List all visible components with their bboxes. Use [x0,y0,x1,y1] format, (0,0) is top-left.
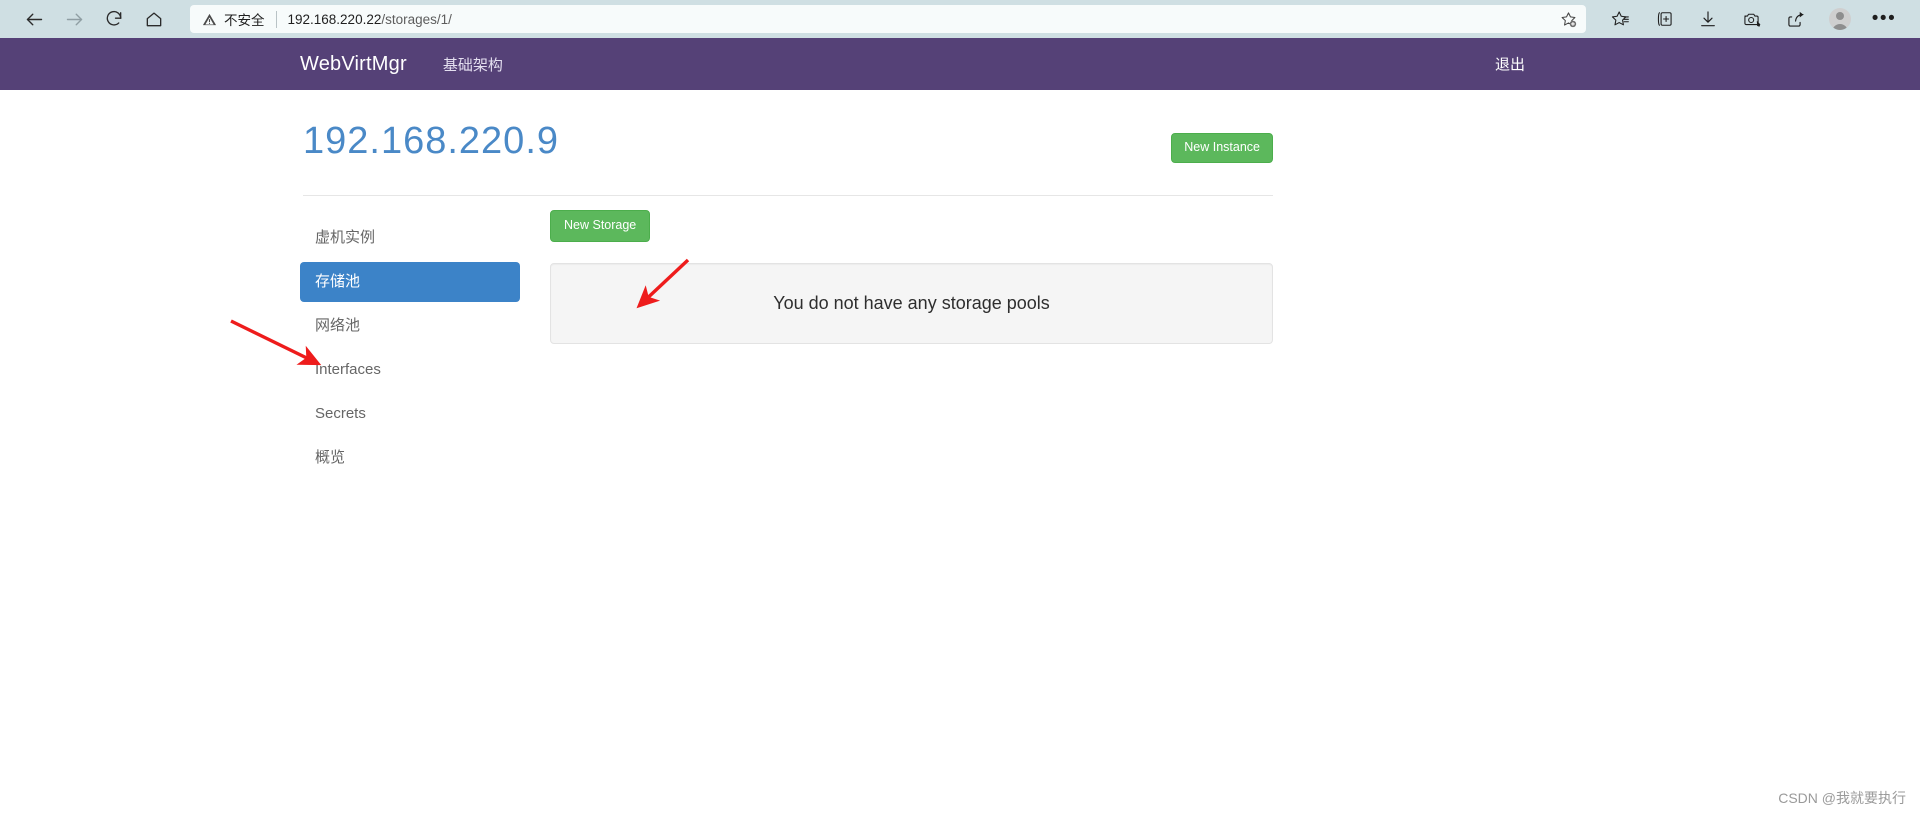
security-status-label: 不安全 [224,13,265,28]
not-secure-warning-icon [202,12,217,27]
address-divider [275,10,277,28]
address-url-host: 192.168.220.22 [287,11,382,27]
web-capture-icon[interactable] [1730,4,1774,34]
home-icon[interactable] [134,4,174,34]
app-navbar: WebVirtMgr 基础架构 退出 [0,38,1920,90]
sidebar-item-interfaces[interactable]: Interfaces [300,350,520,390]
sidebar-item-storage-pools[interactable]: 存储池 [300,262,520,302]
logout-link[interactable]: 退出 [1495,54,1525,75]
brand-logo[interactable]: WebVirtMgr [300,53,407,76]
watermark: CSDN @我就要执行 [1778,790,1906,806]
settings-more-icon[interactable]: ••• [1862,4,1906,34]
share-icon[interactable] [1774,4,1818,34]
sidebar-item-instances[interactable]: 虚机实例 [300,218,520,258]
new-instance-button[interactable]: New Instance [1171,133,1273,163]
browser-toolbar: 不安全 192.168.220.22/storages/1/ ••• [0,0,1920,38]
back-arrow-icon[interactable] [14,4,54,34]
collections-icon[interactable] [1642,4,1686,34]
page-title: 192.168.220.9 [303,120,560,162]
add-favorite-star-icon[interactable] [1559,10,1578,29]
storage-pools-empty-panel: You do not have any storage pools [550,263,1273,344]
sidebar-item-network-pools[interactable]: 网络池 [300,306,520,346]
address-url: 192.168.220.22/storages/1/ [288,12,1554,27]
page-header: 192.168.220.9 New Instance [303,118,1273,164]
sidebar-nav: 虚机实例 存储池 网络池 Interfaces Secrets 概览 [300,218,520,482]
sidebar-item-secrets[interactable]: Secrets [300,394,520,434]
profile-avatar[interactable] [1818,4,1862,34]
address-url-path: /storages/1/ [381,11,452,27]
downloads-icon[interactable] [1686,4,1730,34]
favorites-star-icon[interactable] [1598,4,1642,34]
new-storage-button[interactable]: New Storage [550,210,651,242]
forward-arrow-icon[interactable] [54,4,94,34]
reload-icon[interactable] [94,4,134,34]
main-content: New Storage You do not have any storage … [550,210,1273,344]
nav-item-infrastructure[interactable]: 基础架构 [443,54,503,75]
avatar [1829,8,1851,30]
header-divider [303,195,1273,196]
sidebar-item-overview[interactable]: 概览 [300,438,520,478]
browser-toolbar-actions: ••• [1598,4,1906,34]
page-body: 192.168.220.9 New Instance 虚机实例 存储池 网络池 … [0,90,1920,816]
empty-state-message: You do not have any storage pools [773,293,1050,313]
address-bar[interactable]: 不安全 192.168.220.22/storages/1/ [190,5,1586,33]
